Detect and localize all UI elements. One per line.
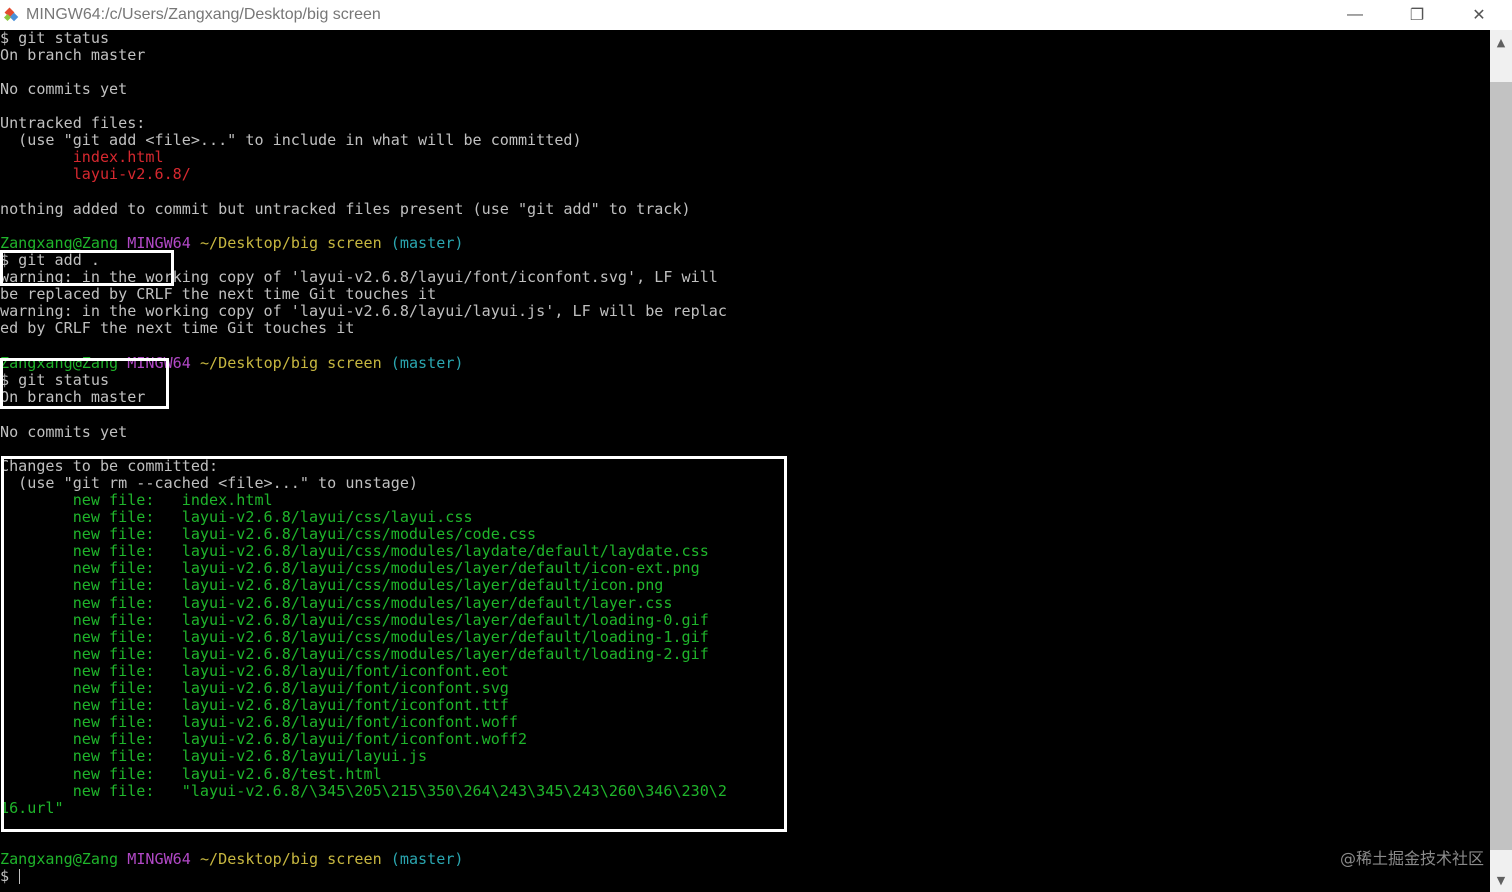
text-cursor (19, 869, 21, 884)
output-line: No commits yet (0, 423, 128, 441)
watermark: @稀土掘金技术社区 (1339, 849, 1484, 868)
scroll-down-arrow-icon[interactable]: ▼ (1490, 868, 1512, 892)
prompt-path: ~/Desktop/big screen (199, 234, 382, 252)
prompt-branch: (master) (390, 234, 464, 252)
prompt-shell: MINGW64 (127, 850, 191, 868)
minimize-button[interactable]: — (1332, 0, 1378, 30)
output-line: nothing added to commit but untracked fi… (0, 200, 691, 218)
prompt-line: Zangxang@Zang MINGW64 ~/Desktop/big scre… (0, 851, 464, 868)
prompt-branch: (master) (390, 354, 464, 372)
vertical-scrollbar[interactable]: ▲ ▼ (1490, 30, 1512, 892)
prompt-path: ~/Desktop/big screen (199, 354, 382, 372)
highlight-box-git-add (0, 250, 174, 286)
output-line: No commits yet (0, 80, 128, 98)
untracked-file: index.html (0, 148, 164, 166)
prompt-user: Zangxang@Zang (0, 850, 119, 868)
git-bash-icon (3, 7, 19, 22)
prompt-symbol: $ (0, 867, 10, 885)
command-line: $ git status (0, 30, 110, 47)
window-title: MINGW64:/c/Users/Zangxang/Desktop/big sc… (26, 6, 381, 23)
scroll-up-arrow-icon[interactable]: ▲ (1490, 30, 1512, 54)
output-line: (use "git add <file>..." to include in w… (0, 131, 582, 149)
warning-line: ed by CRLF the next time Git touches it (0, 319, 355, 337)
prompt-path: ~/Desktop/big screen (199, 850, 382, 868)
terminal-output[interactable]: $ git status On branch master No commits… (0, 30, 1490, 892)
warning-line: be replaced by CRLF the next time Git to… (0, 285, 437, 303)
output-line: Untracked files: (0, 114, 146, 132)
untracked-file: layui-v2.6.8/ (0, 165, 191, 183)
close-button[interactable]: ✕ (1456, 0, 1502, 30)
output-line: On branch master (0, 46, 146, 64)
highlight-box-staged-changes (1, 456, 787, 832)
window-titlebar[interactable]: MINGW64:/c/Users/Zangxang/Desktop/big sc… (0, 0, 1512, 30)
restore-button[interactable]: ❐ (1394, 0, 1440, 30)
prompt-branch: (master) (390, 850, 464, 868)
scrollbar-thumb[interactable] (1490, 82, 1512, 850)
warning-line: warning: in the working copy of 'layui-v… (0, 302, 727, 320)
highlight-box-git-status (0, 358, 169, 409)
input-prompt[interactable]: $ (0, 867, 21, 885)
